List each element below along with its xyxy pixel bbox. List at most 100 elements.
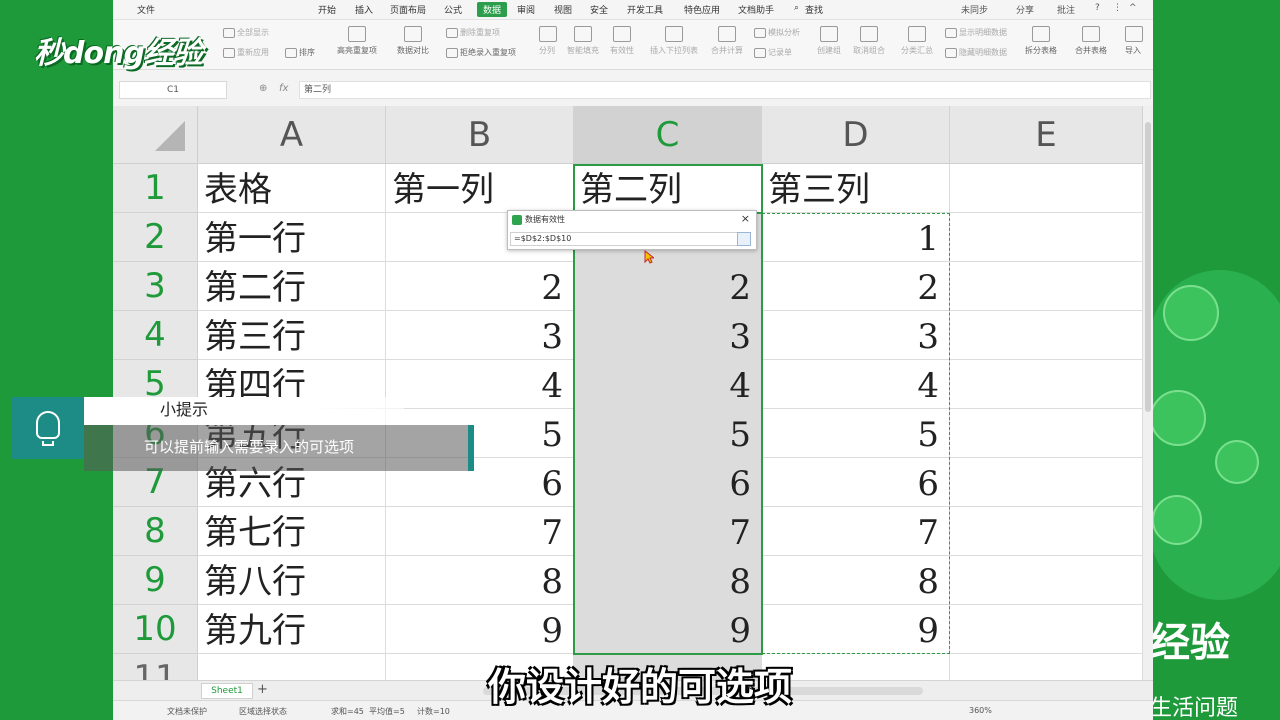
menu-tab-security[interactable]: 安全 bbox=[590, 3, 608, 16]
record-form-button[interactable]: 记录单 bbox=[754, 47, 792, 58]
cell-a10[interactable]: 第九行 bbox=[198, 605, 386, 654]
subtotal-button[interactable]: 分类汇总 bbox=[901, 26, 933, 56]
formula-input[interactable]: 第二列 bbox=[299, 81, 1151, 99]
column-header-b[interactable]: B bbox=[386, 106, 574, 164]
hide-detail-button[interactable]: 隐藏明细数据 bbox=[945, 47, 1007, 58]
menu-tab-layout[interactable]: 页面布局 bbox=[390, 3, 426, 16]
cell-c10[interactable]: 9 bbox=[574, 605, 762, 654]
vertical-scroll-thumb[interactable] bbox=[1145, 122, 1151, 412]
reapply-button[interactable]: 重新应用 bbox=[223, 47, 269, 58]
show-detail-button[interactable]: 显示明细数据 bbox=[945, 27, 1007, 38]
cell-a2[interactable]: 第一行 bbox=[198, 213, 386, 262]
column-header-c[interactable]: C bbox=[574, 106, 762, 164]
name-box[interactable]: C1 bbox=[119, 81, 227, 99]
consolidate-button[interactable]: 合并计算 bbox=[711, 26, 743, 56]
validity-button[interactable]: 有效性 bbox=[610, 26, 634, 56]
cell-d5[interactable]: 4 bbox=[762, 360, 950, 409]
create-group-button[interactable]: 创建组 bbox=[817, 26, 841, 56]
cell-e4[interactable] bbox=[950, 311, 1143, 360]
cell-a3[interactable]: 第二行 bbox=[198, 262, 386, 311]
cell-e7[interactable] bbox=[950, 458, 1143, 507]
cell-b9[interactable]: 8 bbox=[386, 556, 574, 605]
range-reference-input[interactable]: =$D$2:$D$10 bbox=[510, 232, 738, 246]
search-icon[interactable]: ⌕ bbox=[794, 3, 799, 13]
what-if-button[interactable]: 模拟分析 bbox=[754, 27, 800, 38]
cell-b8[interactable]: 7 bbox=[386, 507, 574, 556]
close-icon[interactable]: × bbox=[741, 212, 750, 225]
cell-b1[interactable]: 第一列 bbox=[386, 164, 574, 213]
cell-b3[interactable]: 2 bbox=[386, 262, 574, 311]
row-header-2[interactable]: 2 bbox=[113, 213, 198, 262]
import-button[interactable]: 导入 bbox=[1125, 26, 1143, 56]
cell-d6[interactable]: 5 bbox=[762, 409, 950, 458]
row-header-8[interactable]: 8 bbox=[113, 507, 198, 556]
help-icon[interactable]: ? bbox=[1095, 3, 1100, 13]
menu-file[interactable]: 文件 bbox=[137, 3, 155, 16]
cell-c4[interactable]: 3 bbox=[574, 311, 762, 360]
merge-table-button[interactable]: 合并表格 bbox=[1075, 26, 1107, 56]
column-header-a[interactable]: A bbox=[198, 106, 386, 164]
cell-e5[interactable] bbox=[950, 360, 1143, 409]
column-header-d[interactable]: D bbox=[762, 106, 950, 164]
cell-e8[interactable] bbox=[950, 507, 1143, 556]
cell-a8[interactable]: 第七行 bbox=[198, 507, 386, 556]
cell-d1[interactable]: 第三列 bbox=[762, 164, 950, 213]
sort-button[interactable]: 排序 bbox=[285, 47, 315, 58]
zoom-icon[interactable]: ⊕ bbox=[259, 83, 267, 94]
collapse-icon[interactable]: ^ bbox=[1129, 3, 1137, 13]
smart-fill-button[interactable]: 智能填充 bbox=[567, 26, 599, 56]
cell-e3[interactable] bbox=[950, 262, 1143, 311]
show-all-button[interactable]: 全部显示 bbox=[223, 27, 269, 38]
row-header-3[interactable]: 3 bbox=[113, 262, 198, 311]
highlight-dup-button[interactable]: 高亮重复项 bbox=[337, 26, 377, 56]
cell-d8[interactable]: 7 bbox=[762, 507, 950, 556]
menu-tab-formula[interactable]: 公式 bbox=[444, 3, 462, 16]
select-all-corner[interactable] bbox=[113, 106, 198, 164]
cell-e1[interactable] bbox=[950, 164, 1143, 213]
cell-d4[interactable]: 3 bbox=[762, 311, 950, 360]
split-table-button[interactable]: 拆分表格 bbox=[1025, 26, 1057, 56]
more-icon[interactable]: ⋮ bbox=[1113, 3, 1122, 13]
insert-dropdown-button[interactable]: 插入下拉列表 bbox=[650, 26, 698, 56]
cell-d9[interactable]: 8 bbox=[762, 556, 950, 605]
cell-c5[interactable]: 4 bbox=[574, 360, 762, 409]
cell-e10[interactable] bbox=[950, 605, 1143, 654]
reject-dup-button[interactable]: 拒绝录入重复项 bbox=[446, 47, 516, 58]
cell-d3[interactable]: 2 bbox=[762, 262, 950, 311]
cell-c6[interactable]: 5 bbox=[574, 409, 762, 458]
cell-e2[interactable] bbox=[950, 213, 1143, 262]
menu-search[interactable]: 查找 bbox=[805, 3, 823, 16]
cell-d2[interactable]: 1 bbox=[762, 213, 950, 262]
cell-b10[interactable]: 9 bbox=[386, 605, 574, 654]
column-header-e[interactable]: E bbox=[950, 106, 1143, 164]
comment-button[interactable]: 批注 bbox=[1057, 3, 1075, 16]
cell-c1[interactable]: 第二列 bbox=[574, 164, 762, 213]
cell-d10[interactable]: 9 bbox=[762, 605, 950, 654]
cell-c3[interactable]: 2 bbox=[574, 262, 762, 311]
cell-a1[interactable]: 表格 bbox=[198, 164, 386, 213]
share-button[interactable]: 分享 bbox=[1016, 3, 1034, 16]
cell-b4[interactable]: 3 bbox=[386, 311, 574, 360]
menu-tab-view[interactable]: 视图 bbox=[554, 3, 572, 16]
cell-a4[interactable]: 第三行 bbox=[198, 311, 386, 360]
cell-b5[interactable]: 4 bbox=[386, 360, 574, 409]
sync-status[interactable]: 未同步 bbox=[961, 3, 988, 16]
data-compare-button[interactable]: 数据对比 bbox=[397, 26, 429, 56]
ungroup-button[interactable]: 取消组合 bbox=[853, 26, 885, 56]
row-header-10[interactable]: 10 bbox=[113, 605, 198, 654]
cell-c8[interactable]: 7 bbox=[574, 507, 762, 556]
cell-e9[interactable] bbox=[950, 556, 1143, 605]
vertical-scrollbar[interactable] bbox=[1143, 106, 1153, 680]
menu-tab-insert[interactable]: 插入 bbox=[355, 3, 373, 16]
row-header-1[interactable]: 1 bbox=[113, 164, 198, 213]
remove-dup-button[interactable]: 删除重复项 bbox=[446, 27, 500, 38]
split-column-button[interactable]: 分列 bbox=[539, 26, 557, 56]
cell-c9[interactable]: 8 bbox=[574, 556, 762, 605]
row-header-9[interactable]: 9 bbox=[113, 556, 198, 605]
menu-tab-developer[interactable]: 开发工具 bbox=[627, 3, 663, 16]
menu-tab-features[interactable]: 特色应用 bbox=[684, 3, 720, 16]
menu-tab-assistant[interactable]: 文档助手 bbox=[738, 3, 774, 16]
collapse-dialog-icon[interactable] bbox=[737, 232, 751, 246]
cell-a9[interactable]: 第八行 bbox=[198, 556, 386, 605]
menu-tab-review[interactable]: 审阅 bbox=[517, 3, 535, 16]
